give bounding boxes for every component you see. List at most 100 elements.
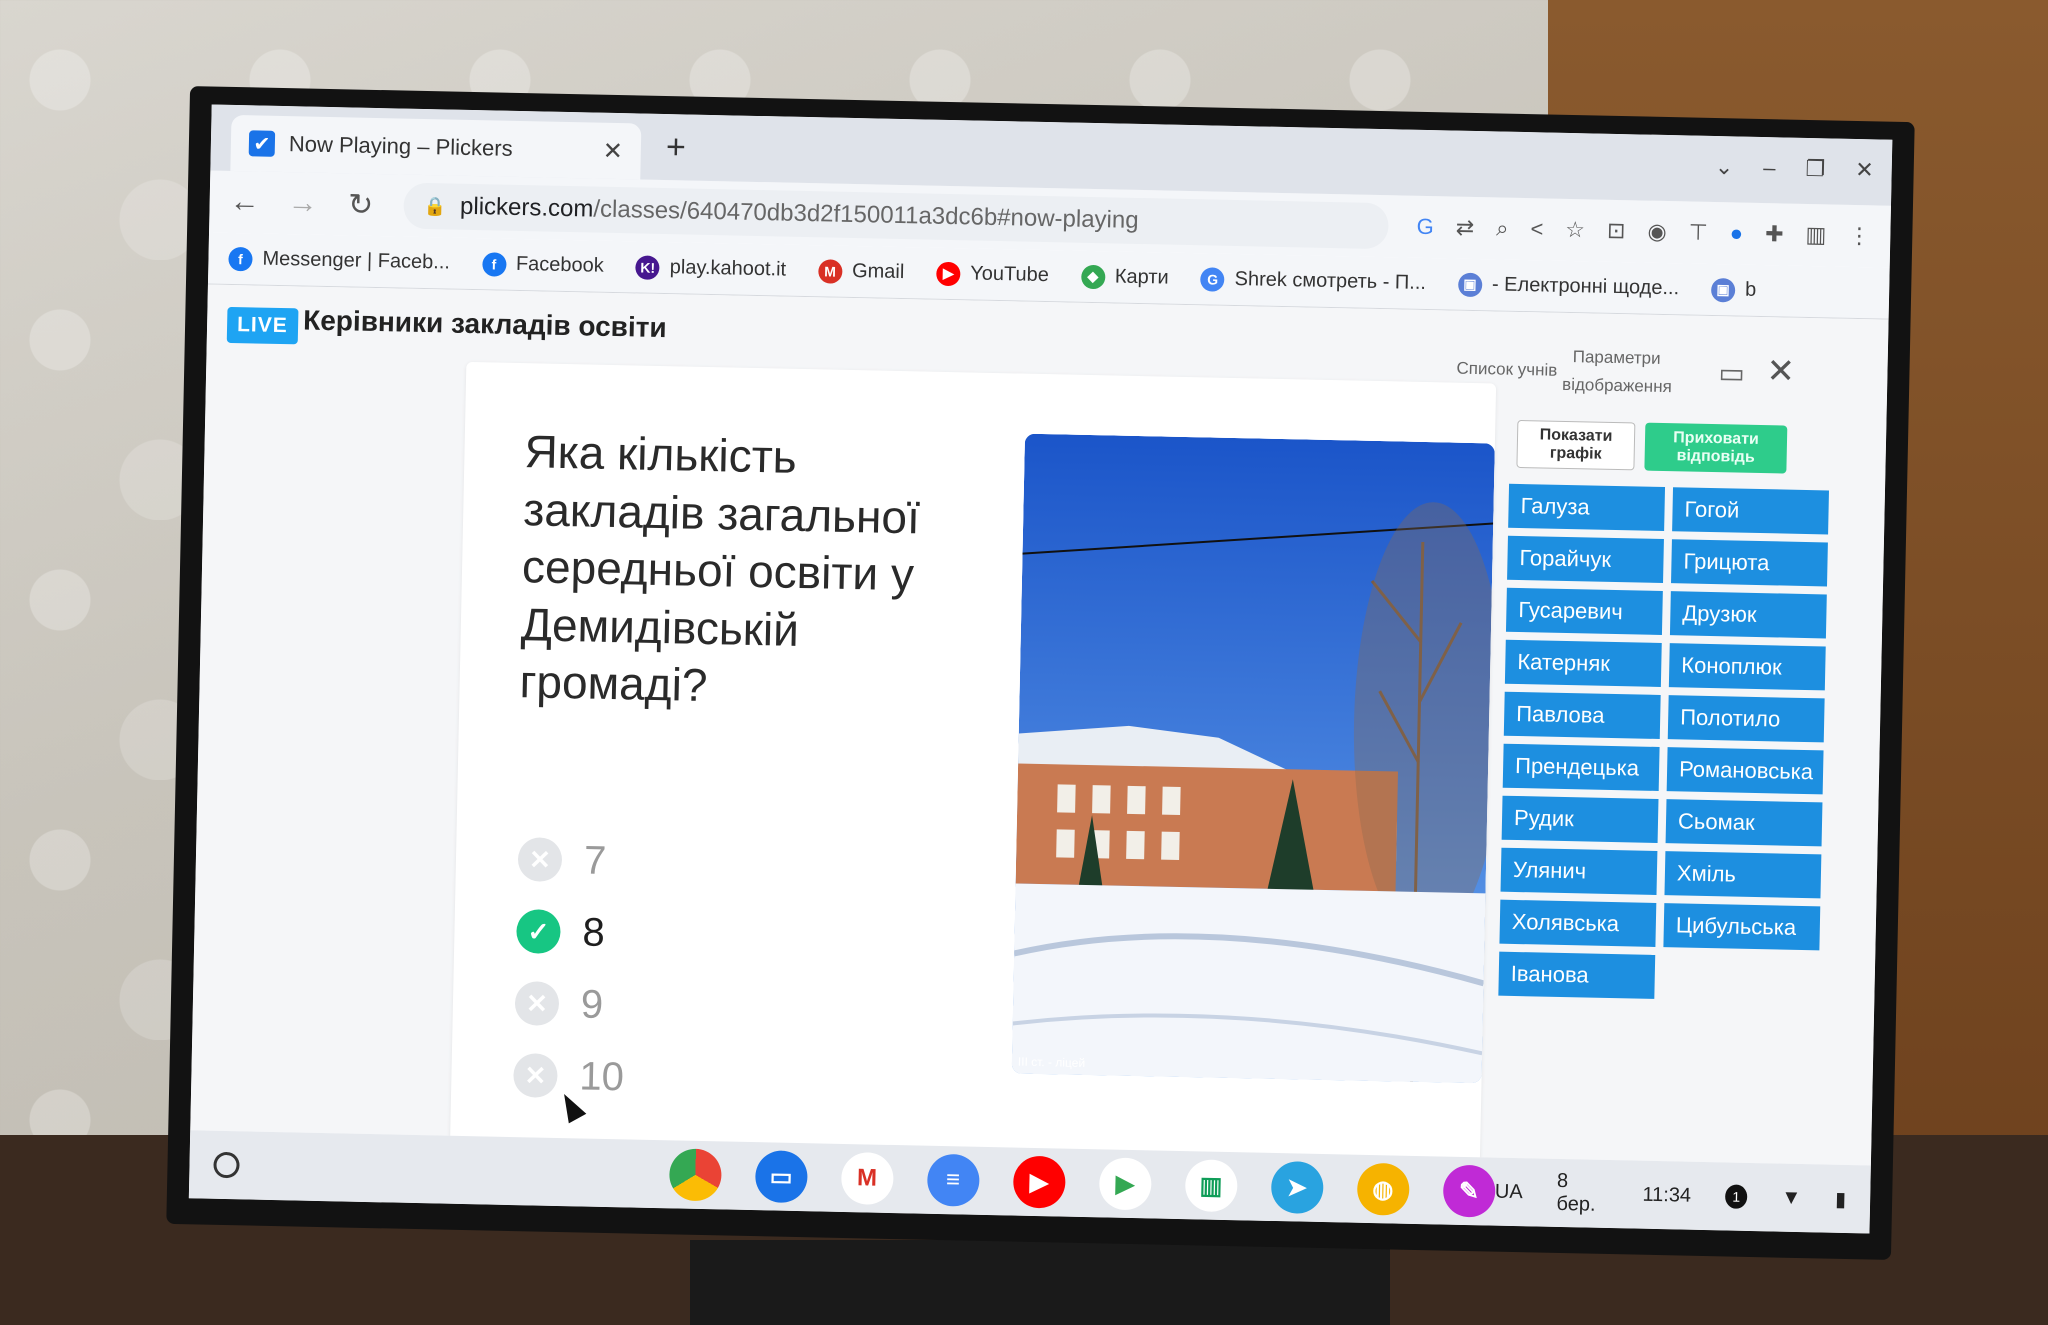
choice-text: 7 — [583, 837, 607, 883]
bookmark-item[interactable]: M Gmail — [817, 258, 905, 285]
student-tile[interactable]: Гогой — [1672, 487, 1829, 535]
hide-answer-button[interactable]: Приховати відповідь — [1644, 422, 1788, 474]
student-tile[interactable]: Галуза — [1508, 483, 1666, 532]
play-store-icon[interactable]: ▶ — [1098, 1157, 1152, 1211]
student-tile[interactable]: Улянич — [1500, 847, 1658, 895]
choice-row: ✕ 7 — [517, 823, 629, 897]
student-tile[interactable]: Рудик — [1501, 795, 1659, 843]
tab-search-chevron-icon[interactable]: ⌄ — [1715, 154, 1734, 180]
student-tile[interactable]: Сьомак — [1665, 799, 1823, 847]
bookmark-icon: G — [1200, 266, 1225, 292]
question-text: Яка кількість закладів загальної середнь… — [519, 425, 921, 712]
bookmark-label: b — [1744, 278, 1757, 301]
tab-close-icon[interactable]: ✕ — [602, 136, 623, 165]
student-tile[interactable]: Грицюта — [1671, 539, 1828, 587]
new-tab-icon[interactable]: + — [666, 128, 687, 167]
bookmark-item[interactable]: f Messenger | Faceb... — [228, 246, 450, 275]
language-indicator[interactable]: UA — [1495, 1180, 1523, 1204]
screenshot-icon[interactable]: ⊡ — [1607, 218, 1626, 244]
student-tile[interactable]: Іванова — [1498, 951, 1656, 999]
plickers-page: LIVE Керівники закладів освіти Список уч… — [190, 284, 1889, 1166]
files-icon[interactable]: ▭ — [754, 1150, 808, 1204]
reload-icon[interactable]: ↻ — [345, 187, 376, 223]
launcher-circle-icon[interactable] — [213, 1151, 240, 1179]
minimize-icon[interactable]: – — [1763, 155, 1776, 181]
bookmark-item[interactable]: ▶ YouTube — [936, 261, 1049, 287]
extensions-puzzle-icon[interactable]: ✚ — [1765, 221, 1784, 247]
student-tile[interactable]: Хміль — [1664, 851, 1822, 899]
chrome-icon[interactable] — [668, 1148, 722, 1202]
bookmark-item[interactable]: ◆ Карти — [1080, 264, 1169, 290]
extension-owl-icon[interactable]: ◉ — [1647, 219, 1667, 245]
keep-icon[interactable]: ◍ — [1356, 1162, 1410, 1216]
bookmark-item[interactable]: K! play.kahoot.it — [635, 254, 787, 282]
student-tile[interactable]: Катерняк — [1504, 639, 1662, 687]
choice-text: 8 — [582, 909, 606, 955]
student-tile[interactable]: Друзюк — [1669, 591, 1827, 639]
student-tile[interactable]: Прендецька — [1502, 743, 1660, 791]
bookmark-label: Messenger | Faceb... — [262, 247, 451, 274]
bookmark-label: play.kahoot.it — [669, 256, 787, 281]
student-tile[interactable]: Горайчук — [1507, 535, 1664, 584]
bookmark-icon: M — [817, 258, 843, 284]
fullscreen-toggle-icon[interactable]: ▭ — [1718, 356, 1745, 390]
display-settings-link-line2[interactable]: відображення — [1562, 375, 1672, 397]
tv-stand — [690, 1240, 1390, 1325]
show-graph-button[interactable]: Показати графік — [1516, 419, 1636, 471]
bookmark-item[interactable]: f Facebook — [481, 251, 605, 279]
question-image: ІІІ ст. - ліцей — [1011, 433, 1495, 1084]
battery-icon[interactable]: ▮ — [1835, 1186, 1847, 1211]
choice-row: ✕ 9 — [514, 967, 626, 1041]
bookmark-item[interactable]: ▣ - Електронні щоде... — [1457, 272, 1680, 301]
tv-frame: ✔ Now Playing – Plickers ✕ + ⌄ – ❐ ✕ ← →… — [166, 86, 1915, 1260]
youtube-icon[interactable]: ▶ — [1012, 1155, 1066, 1209]
correct-check-icon: ✓ — [516, 909, 561, 954]
restore-icon[interactable]: ❐ — [1805, 156, 1825, 182]
extension-lt-icon[interactable]: ⊤ — [1688, 219, 1708, 245]
bookmark-star-icon[interactable]: ☆ — [1565, 217, 1585, 243]
screen: ✔ Now Playing – Plickers ✕ + ⌄ – ❐ ✕ ← →… — [188, 104, 1893, 1234]
docs-icon[interactable]: ≡ — [926, 1153, 980, 1207]
gmail-icon[interactable]: M — [840, 1151, 894, 1206]
student-tile[interactable]: Холявська — [1499, 899, 1657, 947]
side-panel-icon[interactable]: ▥ — [1805, 222, 1826, 248]
close-now-playing-icon[interactable]: ✕ — [1766, 351, 1795, 392]
student-tile[interactable]: Павлова — [1503, 691, 1661, 739]
choice-row: ✓ 8 — [516, 895, 628, 969]
share-icon[interactable]: < — [1530, 216, 1543, 242]
class-title: Керівники закладів освіти — [302, 304, 667, 344]
student-tile[interactable]: Гусаревич — [1505, 587, 1663, 636]
extension-blue-icon[interactable]: ● — [1730, 220, 1744, 246]
window-controls: ⌄ – ❐ ✕ — [1715, 154, 1874, 183]
back-icon[interactable]: ← — [229, 185, 260, 220]
zoom-icon[interactable]: ⌕ — [1496, 215, 1509, 241]
bookmark-item[interactable]: G Shrek смотреть - П... — [1200, 266, 1426, 296]
time-indicator[interactable]: 11:34 — [1642, 1183, 1691, 1207]
tab-now-playing[interactable]: ✔ Now Playing – Plickers ✕ — [230, 114, 642, 180]
url-host: plickers.com — [459, 192, 594, 223]
student-tile[interactable]: Коноплюк — [1668, 643, 1826, 691]
notification-count-badge[interactable]: 1 — [1724, 1184, 1748, 1209]
bookmark-label: Gmail — [851, 259, 905, 284]
student-list-link[interactable]: Список учнів — [1456, 359, 1557, 381]
canvas-app-icon[interactable]: ✎ — [1442, 1164, 1496, 1218]
translate-icon[interactable]: ⇄ — [1455, 215, 1474, 241]
sheets-icon[interactable]: ▥ — [1184, 1159, 1238, 1213]
student-tile[interactable]: Цибульська — [1663, 903, 1821, 951]
forward-icon[interactable]: → — [287, 186, 318, 221]
student-tile[interactable]: Полотило — [1667, 695, 1825, 743]
bookmark-label: Facebook — [515, 252, 605, 277]
choice-text: 9 — [580, 981, 604, 1027]
wifi-icon[interactable]: ▼ — [1781, 1186, 1801, 1209]
window-close-icon[interactable]: ✕ — [1855, 157, 1874, 183]
menu-dots-icon[interactable]: ⋮ — [1848, 223, 1871, 249]
display-settings-link-line1[interactable]: Параметри — [1573, 347, 1661, 369]
bookmark-label: YouTube — [970, 262, 1050, 287]
app-dock: ▭ M ≡ ▶ ▶ ▥ ➤ ◍ ✎ — [668, 1148, 1496, 1218]
system-tray[interactable]: UA 8 бер. 11:34 1 ▼ ▮ — [1494, 1169, 1847, 1222]
bookmark-item[interactable]: ▣ b — [1710, 277, 1757, 302]
telegram-icon[interactable]: ➤ — [1270, 1160, 1324, 1215]
google-icon[interactable]: G — [1416, 214, 1434, 240]
date-indicator[interactable]: 8 бер. — [1556, 1170, 1609, 1217]
student-tile[interactable]: Романовська — [1666, 747, 1824, 795]
